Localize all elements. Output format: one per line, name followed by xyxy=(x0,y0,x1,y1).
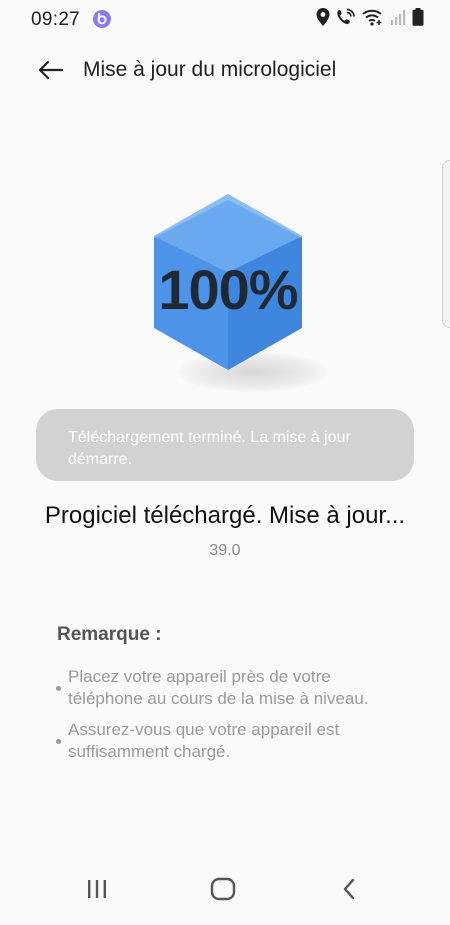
toast-message: Téléchargement terminé. La mise à jour d… xyxy=(36,409,414,481)
recents-icon xyxy=(86,878,108,905)
app-notification-icon xyxy=(92,9,112,29)
toast-text: Téléchargement terminé. La mise à jour d… xyxy=(68,429,351,468)
note-title: Remarque : xyxy=(57,624,162,645)
edge-panel-handle[interactable] xyxy=(442,160,450,328)
home-button[interactable] xyxy=(206,876,240,906)
recents-button[interactable] xyxy=(80,876,114,906)
scroll-fade xyxy=(0,760,450,782)
progress-cube: 100% xyxy=(128,180,328,420)
bullet-icon xyxy=(56,739,61,744)
battery-icon xyxy=(412,8,424,26)
back-arrow-icon xyxy=(36,60,66,88)
wifi-calling-icon xyxy=(336,8,356,26)
header: Mise à jour du micrologiciel xyxy=(0,52,450,88)
signal-icon xyxy=(390,9,406,25)
status-bar: 09:27 xyxy=(0,0,450,36)
status-icons xyxy=(316,8,424,26)
update-status: Progiciel téléchargé. Mise à jour... xyxy=(44,502,406,529)
list-item: Placez votre appareil près de votre télé… xyxy=(56,666,396,710)
home-icon xyxy=(210,877,236,906)
nav-back-icon xyxy=(341,877,357,906)
wifi-icon xyxy=(362,8,384,26)
progress-percent: 100% xyxy=(158,258,298,321)
back-button[interactable] xyxy=(36,56,66,84)
navigation-bar xyxy=(0,860,450,920)
nav-back-button[interactable] xyxy=(332,876,366,906)
page-title: Mise à jour du micrologiciel xyxy=(83,58,337,81)
location-icon xyxy=(316,8,330,26)
bullet-icon xyxy=(56,686,61,691)
firmware-version: 39.0 xyxy=(209,542,241,559)
list-item: Assurez-vous que votre appareil est suff… xyxy=(56,719,396,763)
note-list: Placez votre appareil près de votre télé… xyxy=(56,666,396,772)
note-text: Placez votre appareil près de votre télé… xyxy=(68,667,369,708)
status-time: 09:27 xyxy=(31,9,81,30)
note-text: Assurez-vous que votre appareil est suff… xyxy=(68,720,340,761)
